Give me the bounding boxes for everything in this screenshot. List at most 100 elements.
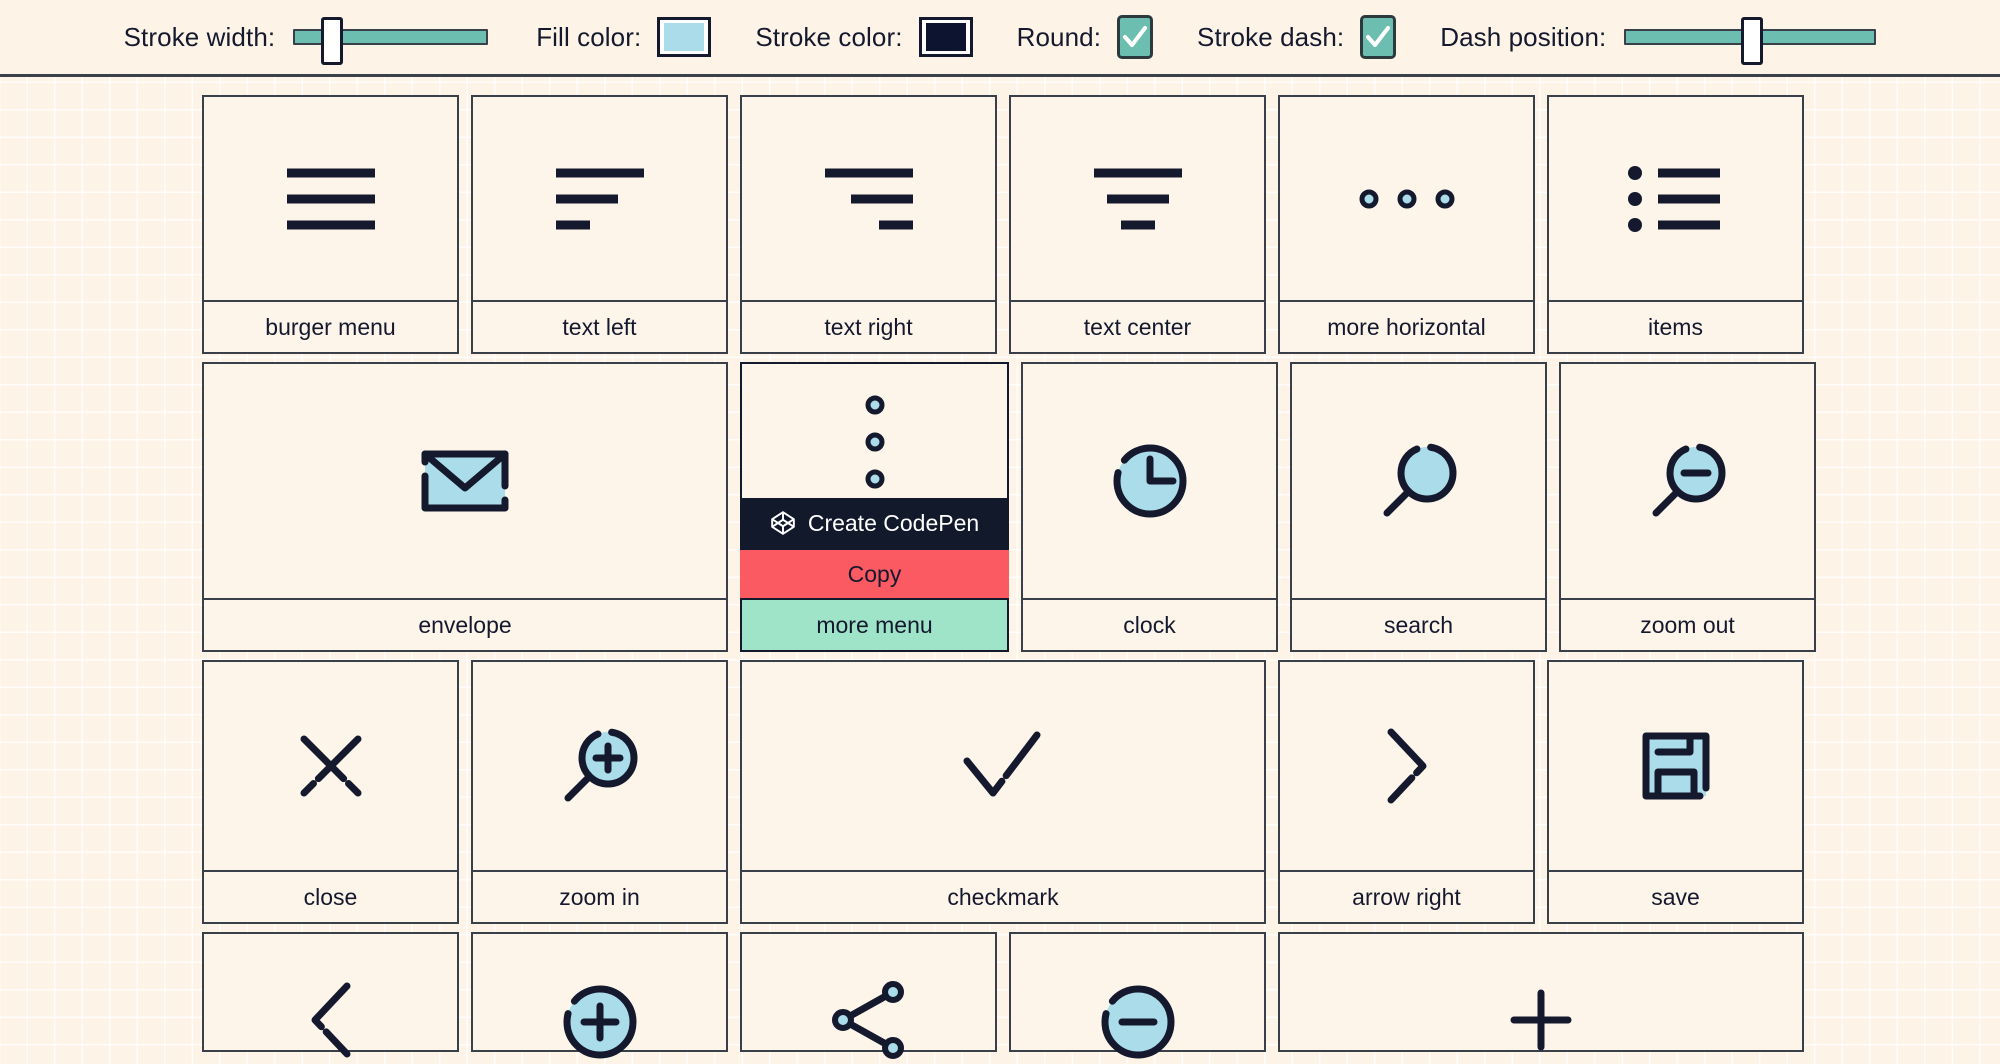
zoom-out-icon xyxy=(1652,443,1725,517)
icon-card-label: save xyxy=(1549,870,1802,922)
control-round: Round: xyxy=(1016,15,1154,59)
gallery-row xyxy=(0,932,2000,1059)
icon-card-label: checkmark xyxy=(742,870,1264,922)
icon-card-label: close xyxy=(204,870,457,922)
icon-card-burger-menu[interactable]: burger menu xyxy=(202,95,459,354)
icon-card-search[interactable]: search xyxy=(1290,362,1547,652)
control-stroke-color: Stroke color: xyxy=(755,17,973,57)
plus-circle-icon xyxy=(563,985,636,1059)
icon-art xyxy=(1549,97,1802,300)
create-codepen-label: Create CodePen xyxy=(807,509,980,536)
text-right-icon xyxy=(824,168,913,229)
icon-card-checkmark[interactable]: checkmark xyxy=(740,660,1266,924)
more-vertical-icon xyxy=(865,395,884,489)
share-icon xyxy=(831,981,904,1059)
icon-art xyxy=(1561,364,1814,598)
check-icon xyxy=(1123,26,1148,47)
icon-card-arrow-left[interactable] xyxy=(202,932,459,1058)
control-stroke-dash: Stroke dash: xyxy=(1197,15,1397,59)
stroke-color-swatch[interactable] xyxy=(918,17,973,57)
icon-card-label: envelope xyxy=(204,598,726,650)
icon-card-more-horizontal[interactable]: more horizontal xyxy=(1278,95,1535,354)
icon-art xyxy=(742,97,995,300)
plus-icon xyxy=(1510,989,1572,1051)
icon-card-label: zoom out xyxy=(1561,598,1814,650)
icon-art xyxy=(204,364,726,598)
icon-art xyxy=(204,662,457,870)
icon-card-zoom-out[interactable]: zoom out xyxy=(1559,362,1816,652)
icon-card-clock[interactable]: clock xyxy=(1021,362,1278,652)
copy-label: Copy xyxy=(847,560,902,587)
icon-card-label: search xyxy=(1292,598,1545,650)
icon-art xyxy=(204,934,457,1058)
arrow-left-icon xyxy=(311,982,350,1058)
icon-card-minus-circle[interactable] xyxy=(1009,932,1266,1059)
control-dash-position: Dash position: xyxy=(1440,17,1877,65)
clock-icon xyxy=(1113,444,1186,518)
icon-card-text-right[interactable]: text right xyxy=(740,95,997,354)
icon-card-label: text right xyxy=(742,300,995,352)
icon-card-label: items xyxy=(1549,300,1802,352)
icon-card-close[interactable]: close xyxy=(202,660,459,924)
stroke-width-label: Stroke width: xyxy=(123,21,276,52)
gallery-row: envelope Create CodePen Copy more menu c… xyxy=(0,362,2000,652)
fill-color-value xyxy=(664,23,705,51)
icon-art xyxy=(1549,662,1802,870)
stroke-width-slider[interactable] xyxy=(293,17,489,65)
icon-card-text-left[interactable]: text left xyxy=(471,95,728,354)
fill-color-label: Fill color: xyxy=(536,21,642,52)
slider-thumb[interactable] xyxy=(1741,17,1764,65)
icon-card-zoom-in[interactable]: zoom in xyxy=(471,660,728,924)
icon-card-label: clock xyxy=(1023,598,1276,650)
icon-art xyxy=(473,662,726,870)
icon-card-label: more horizontal xyxy=(1280,300,1533,352)
icon-card-more-menu[interactable]: Create CodePen Copy more menu xyxy=(740,362,1009,652)
icon-art xyxy=(1280,97,1533,300)
round-checkbox[interactable] xyxy=(1117,15,1154,59)
burger-menu-icon xyxy=(286,168,375,229)
icon-art xyxy=(1280,934,1802,1051)
minus-circle-icon xyxy=(1101,985,1174,1059)
icon-card-save[interactable]: save xyxy=(1547,660,1804,924)
fill-color-swatch[interactable] xyxy=(657,17,712,57)
icon-art xyxy=(742,934,995,1059)
stroke-dash-label: Stroke dash: xyxy=(1197,21,1345,52)
icon-art xyxy=(742,662,1264,870)
icon-gallery: burger menu text left text right text ce… xyxy=(0,77,2000,1059)
zoom-in-icon xyxy=(564,728,637,802)
icon-card-plus[interactable] xyxy=(1278,932,1804,1052)
close-icon xyxy=(300,735,361,797)
codepen-icon xyxy=(771,511,795,535)
text-center-icon xyxy=(1093,168,1182,229)
dash-position-slider[interactable] xyxy=(1624,17,1877,65)
create-codepen-button[interactable]: Create CodePen xyxy=(740,498,1009,548)
stroke-color-value xyxy=(925,23,966,51)
arrow-right-icon xyxy=(1387,728,1426,804)
icon-art xyxy=(204,97,457,300)
items-icon xyxy=(1627,165,1720,232)
stroke-color-label: Stroke color: xyxy=(755,21,903,52)
icon-card-share[interactable] xyxy=(740,932,997,1059)
icon-card-label: arrow right xyxy=(1280,870,1533,922)
slider-thumb[interactable] xyxy=(321,17,344,65)
control-stroke-width: Stroke width: xyxy=(123,17,489,65)
icon-card-items[interactable]: items xyxy=(1547,95,1804,354)
check-icon xyxy=(1366,26,1391,47)
copy-button[interactable]: Copy xyxy=(740,548,1009,598)
envelope-icon xyxy=(421,450,509,512)
icon-art xyxy=(1292,364,1545,598)
icon-art xyxy=(473,97,726,300)
more-horizontal-icon xyxy=(1359,189,1454,208)
icon-art xyxy=(1011,97,1264,300)
checkmark-icon xyxy=(963,731,1041,797)
icon-card-envelope[interactable]: envelope xyxy=(202,362,728,652)
search-icon xyxy=(1383,443,1456,517)
round-label: Round: xyxy=(1016,21,1102,52)
icon-card-text-center[interactable]: text center xyxy=(1009,95,1266,354)
stroke-dash-checkbox[interactable] xyxy=(1360,15,1397,59)
icon-card-plus-circle[interactable] xyxy=(471,932,728,1059)
icon-art xyxy=(1280,662,1533,870)
toolbar: Stroke width: Fill color: Stroke color: … xyxy=(0,0,2000,77)
icon-card-arrow-right[interactable]: arrow right xyxy=(1278,660,1535,924)
control-fill-color: Fill color: xyxy=(536,17,712,57)
